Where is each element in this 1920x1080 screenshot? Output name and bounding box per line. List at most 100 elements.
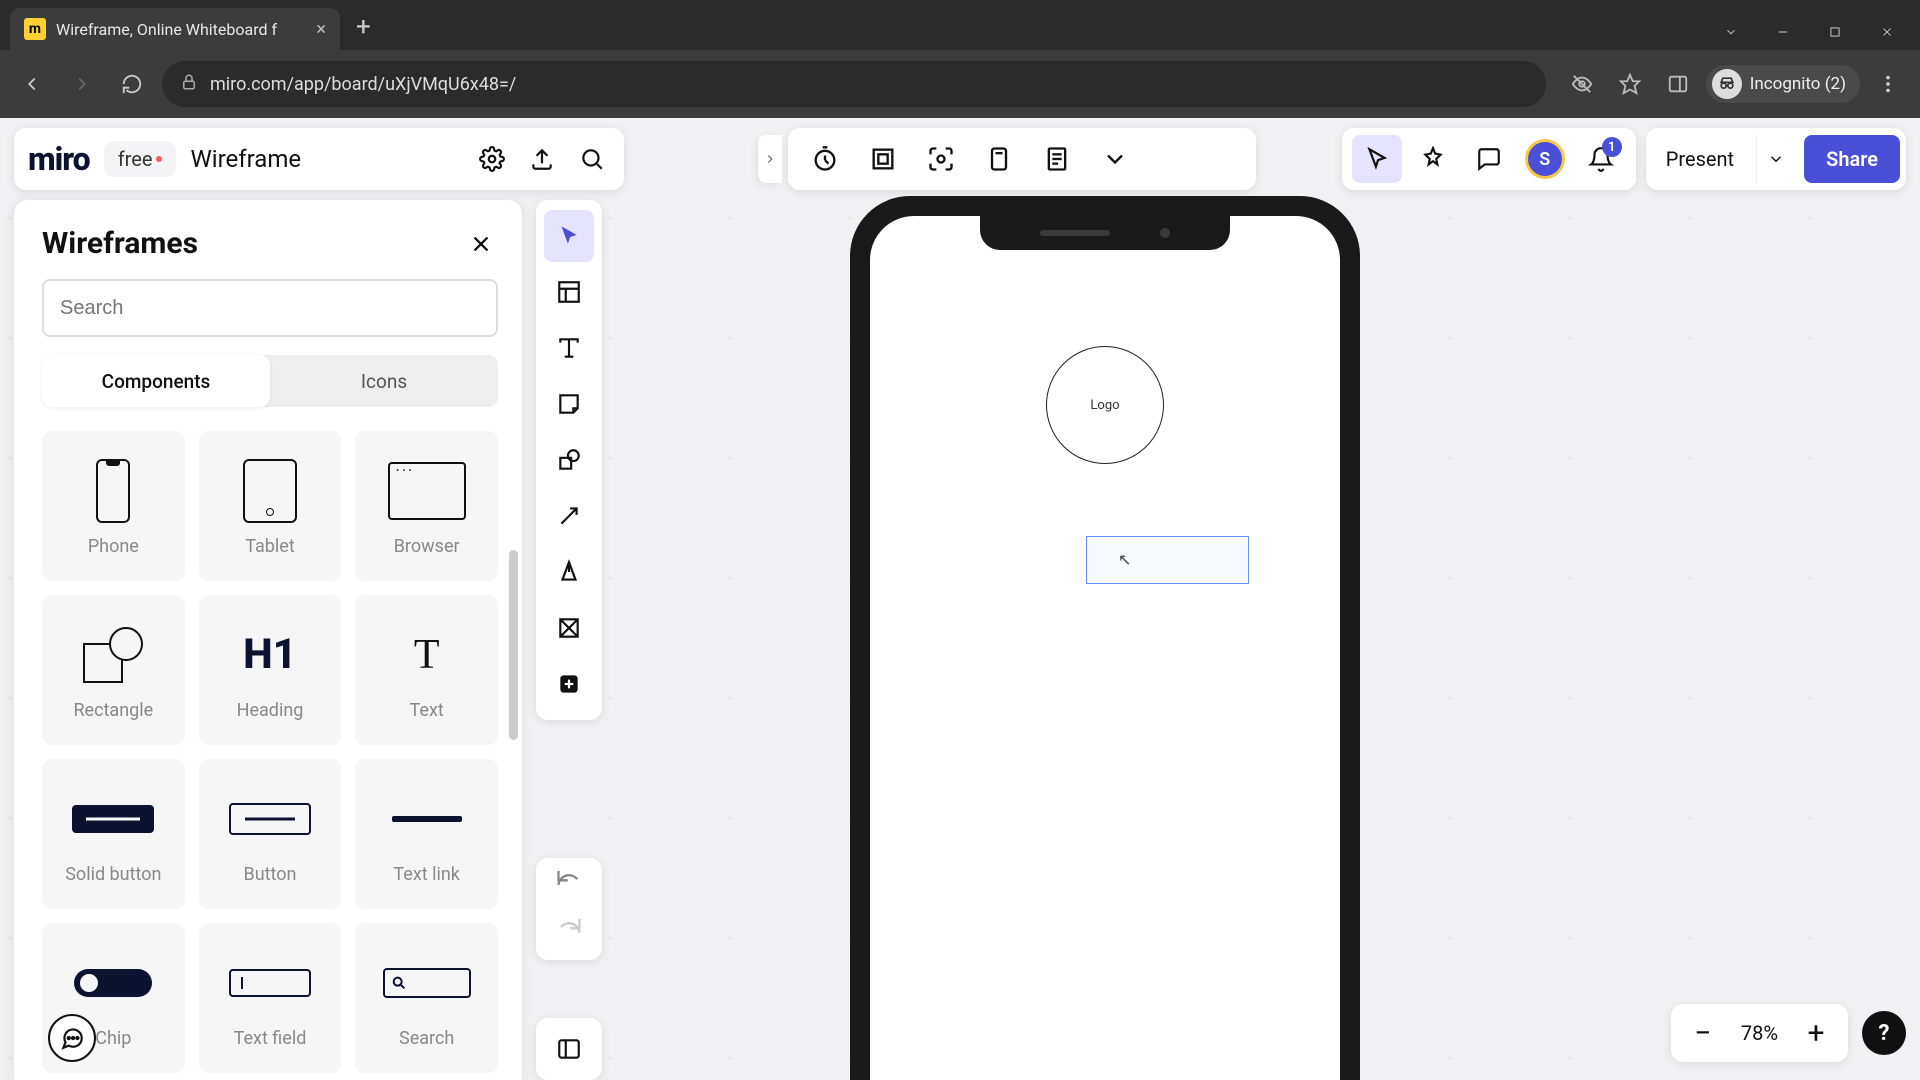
redo-button[interactable]	[549, 918, 589, 948]
panel-scrollbar[interactable]	[509, 550, 518, 740]
minimize-icon[interactable]	[1760, 14, 1806, 50]
incognito-label: Incognito (2)	[1750, 74, 1846, 94]
logo-placeholder[interactable]: Logo	[1046, 346, 1164, 464]
cursor-mode-button[interactable]	[1352, 135, 1402, 183]
comments-button[interactable]	[1464, 135, 1514, 183]
component-tablet[interactable]: Tablet	[199, 431, 342, 581]
url-text: miro.com/app/board/uXjVMqU6x48=/	[210, 74, 1528, 95]
new-tab-button[interactable]: +	[340, 12, 387, 50]
user-avatar[interactable]: S	[1520, 135, 1570, 183]
search-input[interactable]	[60, 297, 480, 320]
component-heading[interactable]: H1Heading	[199, 595, 342, 745]
sticky-note-tool[interactable]	[544, 378, 594, 430]
pen-tool[interactable]	[544, 546, 594, 598]
zoom-value[interactable]: 78%	[1733, 1021, 1786, 1045]
forward-button[interactable]	[62, 64, 102, 104]
secondary-toolbar	[788, 128, 1256, 190]
incognito-indicator[interactable]: Incognito (2)	[1706, 65, 1860, 103]
plan-badge[interactable]: free	[104, 141, 177, 177]
board-title[interactable]: Wireframe	[190, 145, 460, 173]
undo-button[interactable]	[549, 870, 589, 900]
panel-search-input[interactable]	[42, 279, 498, 337]
more-apps-tool[interactable]	[544, 658, 594, 710]
component-rectangle[interactable]: Rectangle	[42, 595, 185, 745]
selection-rectangle[interactable]	[1086, 536, 1249, 584]
chevron-down-icon[interactable]	[1708, 14, 1754, 50]
share-button[interactable]: Share	[1804, 135, 1900, 183]
upgrade-dot-icon	[156, 156, 162, 162]
close-tab-icon[interactable]: ×	[316, 19, 326, 40]
canvas-phone-frame[interactable]: Logo ↖	[850, 196, 1360, 1080]
zoom-in-button[interactable]: +	[1794, 1011, 1838, 1055]
export-icon[interactable]	[524, 141, 560, 177]
templates-tool[interactable]	[544, 266, 594, 318]
incognito-icon	[1712, 69, 1742, 99]
vertical-toolbar	[536, 200, 602, 720]
addr-right-icons: Incognito (2)	[1556, 64, 1908, 104]
right-cluster: S 1 Present Share	[1342, 128, 1906, 190]
undo-redo-toolbar	[536, 858, 602, 960]
tab-components[interactable]: Components	[42, 355, 270, 407]
expand-toolbar-button[interactable]	[758, 135, 782, 183]
help-button[interactable]: ?	[1862, 1011, 1906, 1055]
frame-tool[interactable]	[856, 135, 910, 183]
zoom-controls: − 78% +	[1671, 1004, 1848, 1062]
zoom-out-button[interactable]: −	[1681, 1011, 1725, 1055]
component-phone[interactable]: Phone	[42, 431, 185, 581]
component-browser[interactable]: Browser	[355, 431, 498, 581]
eye-off-icon[interactable]	[1562, 64, 1602, 104]
tab-bar: m Wireframe, Online Whiteboard f × +	[0, 0, 1920, 50]
lock-icon	[180, 73, 198, 96]
component-text[interactable]: TText	[355, 595, 498, 745]
shapes-tool[interactable]	[544, 434, 594, 486]
back-button[interactable]	[12, 64, 52, 104]
wireframe-tool[interactable]	[544, 602, 594, 654]
component-button[interactable]: Button	[199, 759, 342, 909]
card-tool[interactable]	[972, 135, 1026, 183]
star-icon[interactable]	[1610, 64, 1650, 104]
more-tools-button[interactable]	[1088, 135, 1142, 183]
notification-badge: 1	[1602, 137, 1622, 157]
kebab-menu-icon[interactable]	[1868, 64, 1908, 104]
component-search[interactable]: Search	[355, 923, 498, 1073]
close-window-icon[interactable]	[1864, 14, 1910, 50]
present-button[interactable]: Present	[1650, 135, 1750, 183]
app-area: miro free Wireframe Wireframes Component…	[0, 118, 1920, 1080]
close-panel-button[interactable]	[464, 227, 498, 261]
browser-chrome: m Wireframe, Online Whiteboard f × + mir…	[0, 0, 1920, 118]
tab-icons[interactable]: Icons	[270, 355, 498, 407]
url-field[interactable]: miro.com/app/board/uXjVMqU6x48=/	[162, 61, 1546, 107]
panel-title: Wireframes	[42, 226, 198, 261]
chat-support-button[interactable]	[48, 1014, 96, 1062]
zoom-cluster: − 78% + ?	[1671, 1004, 1906, 1062]
text-tool[interactable]	[544, 322, 594, 374]
phone-screen: Logo ↖	[870, 216, 1340, 1080]
connection-line-tool[interactable]	[544, 490, 594, 542]
focus-tool[interactable]	[914, 135, 968, 183]
search-icon[interactable]	[574, 141, 610, 177]
browser-tab[interactable]: m Wireframe, Online Whiteboard f ×	[10, 8, 340, 50]
component-text-field[interactable]: Text field	[199, 923, 342, 1073]
reload-button[interactable]	[112, 64, 152, 104]
cursor-icon: ↖	[1118, 550, 1131, 569]
app-topbar: miro free Wireframe	[14, 128, 624, 190]
panel-tabs: Components Icons	[42, 355, 498, 407]
sidepanel-icon[interactable]	[1658, 64, 1698, 104]
tab-title: Wireframe, Online Whiteboard f	[56, 20, 306, 39]
timer-tool[interactable]	[798, 135, 852, 183]
window-controls	[1708, 14, 1920, 50]
reactions-button[interactable]	[1408, 135, 1458, 183]
maximize-icon[interactable]	[1812, 14, 1858, 50]
hide-toolbar-button[interactable]	[536, 1018, 602, 1080]
component-text-link[interactable]: Text link	[355, 759, 498, 909]
settings-icon[interactable]	[474, 141, 510, 177]
document-tool[interactable]	[1030, 135, 1084, 183]
component-solid-button[interactable]: Solid button	[42, 759, 185, 909]
miro-logo[interactable]: miro	[28, 140, 90, 178]
present-dropdown[interactable]	[1756, 135, 1794, 183]
notifications-button[interactable]: 1	[1576, 135, 1626, 183]
select-tool[interactable]	[544, 210, 594, 262]
phone-notch	[980, 216, 1230, 250]
address-bar: miro.com/app/board/uXjVMqU6x48=/ Incogni…	[0, 50, 1920, 118]
components-grid: Phone Tablet Browser Rectangle H1Heading…	[42, 431, 498, 1073]
